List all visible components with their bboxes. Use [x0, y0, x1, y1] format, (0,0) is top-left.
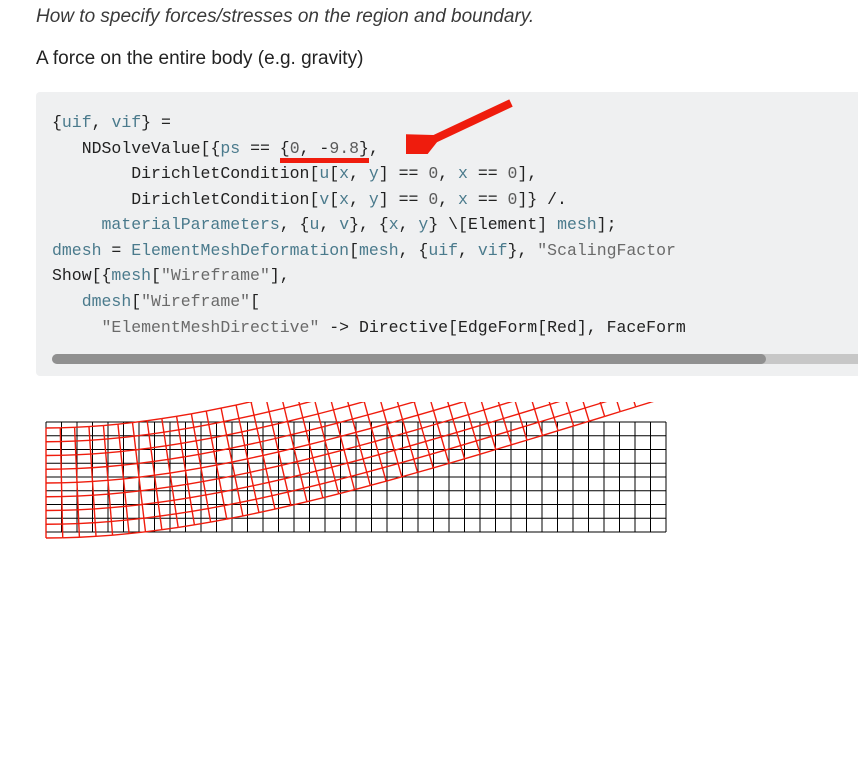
- mesh-deformation-figure: [36, 402, 696, 702]
- intro-plain: A force on the entire body (e.g. gravity…: [36, 48, 858, 70]
- intro-italic: How to specify forces/stresses on the re…: [36, 6, 858, 28]
- horizontal-scrollbar-thumb[interactable]: [52, 354, 766, 364]
- horizontal-scrollbar[interactable]: [52, 354, 858, 364]
- code-pre: {uif, vif} = NDSolveValue[{ps == {0, -9.…: [52, 110, 858, 340]
- code-block: {uif, vif} = NDSolveValue[{ps == {0, -9.…: [36, 92, 858, 376]
- highlighted-force-value: {0, -9.8}: [280, 139, 369, 163]
